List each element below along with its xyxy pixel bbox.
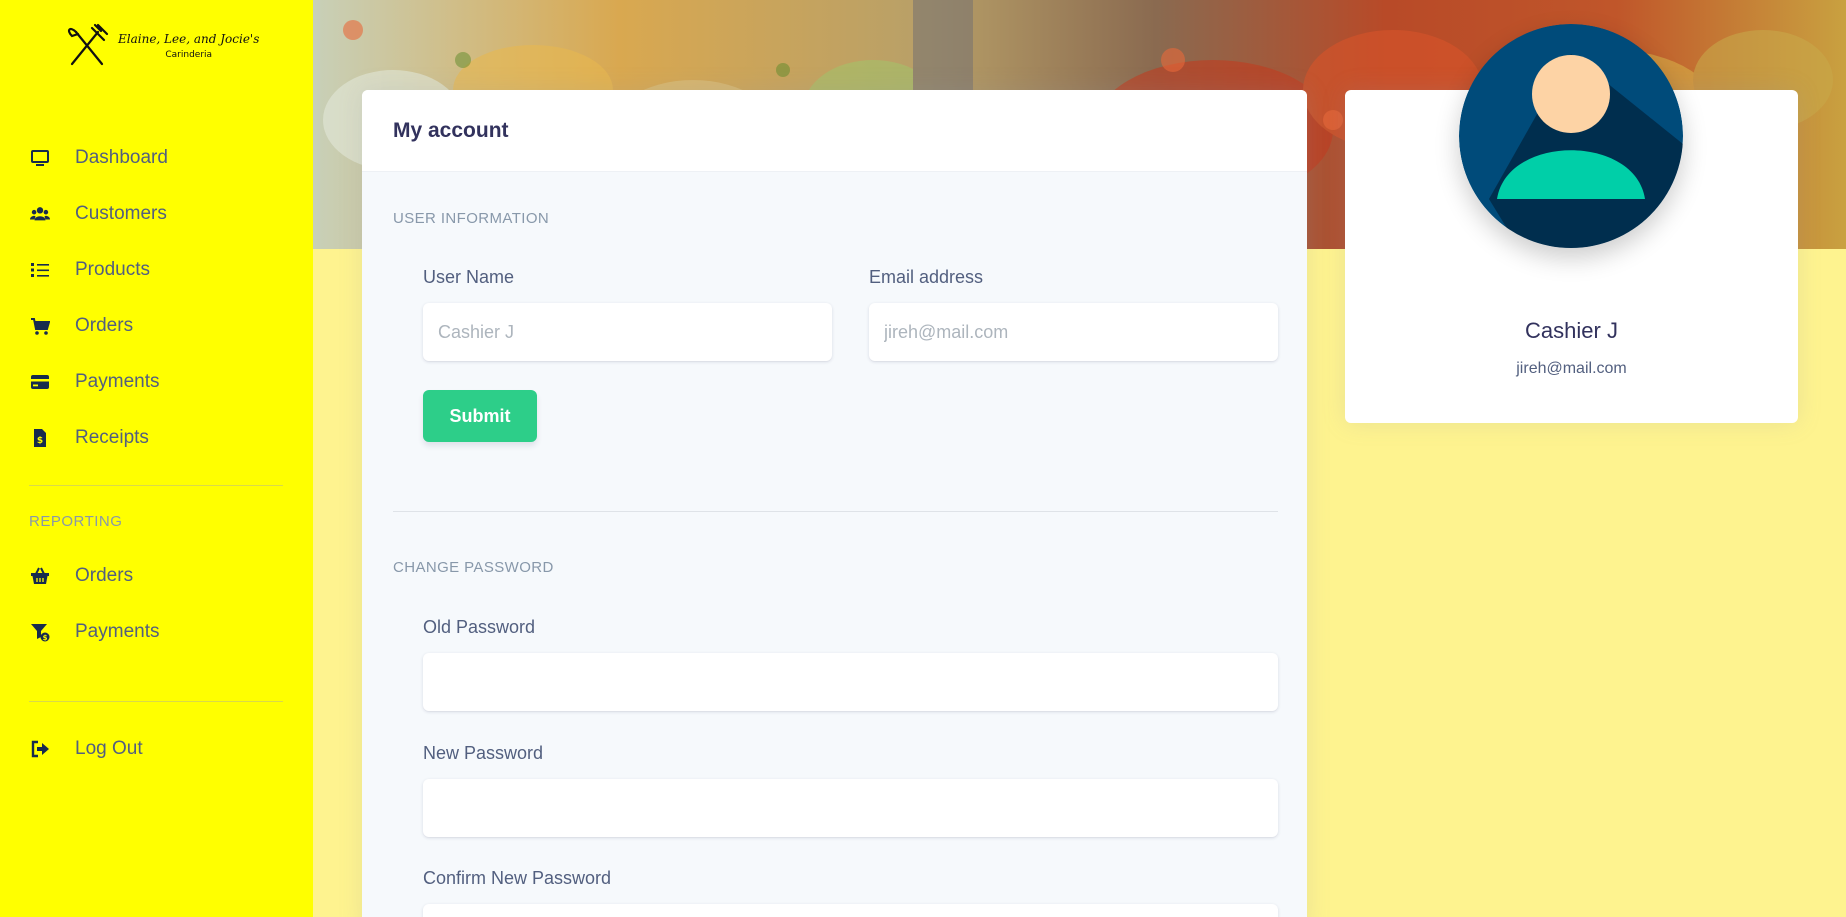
nav-item-products[interactable]: Products xyxy=(0,242,313,298)
sidebar-divider xyxy=(29,485,283,486)
user-info-heading: User information xyxy=(393,210,550,227)
svg-text:$: $ xyxy=(37,436,43,446)
submit-button[interactable]: Submit xyxy=(423,390,537,442)
confirm-password-label: Confirm New Password xyxy=(423,868,612,888)
brand-subtitle: Carinderia xyxy=(165,50,213,60)
nav-label-dashboard: Dashboard xyxy=(75,147,168,168)
new-password-label: New Password xyxy=(423,743,544,763)
fork-knife-icon xyxy=(67,23,109,66)
nav-label-products: Products xyxy=(75,259,150,280)
brand-logo[interactable]: Elaine, Lee, and Jocie's Carinderia xyxy=(62,22,262,70)
brand-text: Elaine, Lee, and Jocie's Carinderia xyxy=(118,32,259,60)
nav-label-report-payments: Payments xyxy=(75,621,160,642)
reporting-heading: Reporting xyxy=(29,513,123,530)
sidebar: Elaine, Lee, and Jocie's Carinderia Dash… xyxy=(0,0,313,917)
old-password-input[interactable] xyxy=(423,653,1278,711)
user-avatar-icon xyxy=(1459,24,1683,248)
brand-name: Elaine, Lee, and Jocie's xyxy=(118,32,260,46)
list-icon xyxy=(29,260,51,280)
main-nav: Dashboard Customers Products Orders Paym… xyxy=(0,130,313,466)
sign-out-icon xyxy=(29,739,51,759)
nav-label-receipts: Receipts xyxy=(75,427,149,448)
change-password-heading: Change Password xyxy=(393,559,554,576)
profile-email: jireh@mail.com xyxy=(1516,360,1627,377)
nav-item-orders[interactable]: Orders xyxy=(0,298,313,354)
basket-icon xyxy=(29,566,51,586)
my-account-card: My account User information User Name Em… xyxy=(362,90,1307,917)
nav-label-payments: Payments xyxy=(75,371,160,392)
sidebar-divider xyxy=(29,701,283,702)
username-label: User Name xyxy=(423,267,515,287)
monitor-icon xyxy=(29,148,51,168)
logout-nav: Log Out xyxy=(0,721,313,777)
receipt-icon: $ xyxy=(29,428,51,448)
avatar[interactable] xyxy=(1459,24,1683,248)
nav-label-orders: Orders xyxy=(75,315,134,336)
svg-text:$: $ xyxy=(43,634,48,642)
nav-label-customers: Customers xyxy=(75,203,167,224)
nav-item-report-orders[interactable]: Orders xyxy=(0,548,313,604)
nav-item-logout[interactable]: Log Out xyxy=(0,721,313,777)
funnel-dollar-icon: $ xyxy=(29,622,51,642)
credit-card-icon xyxy=(29,372,51,392)
nav-item-customers[interactable]: Customers xyxy=(0,186,313,242)
nav-item-report-payments[interactable]: $ Payments xyxy=(0,604,313,660)
reporting-nav: Orders $ Payments xyxy=(0,548,313,660)
nav-item-dashboard[interactable]: Dashboard xyxy=(0,130,313,186)
profile-name: Cashier J xyxy=(1525,318,1618,343)
profile-card: Cashier J jireh@mail.com xyxy=(1345,24,1798,423)
nav-label-logout: Log Out xyxy=(75,738,143,759)
confirm-password-input[interactable] xyxy=(423,904,1278,917)
new-password-input[interactable] xyxy=(423,779,1278,837)
nav-item-payments[interactable]: Payments xyxy=(0,354,313,410)
users-icon xyxy=(29,204,51,224)
account-card-header: My account xyxy=(362,90,1307,172)
nav-label-report-orders: Orders xyxy=(75,565,134,586)
account-title: My account xyxy=(393,118,509,142)
section-divider xyxy=(393,511,1278,512)
nav-item-receipts[interactable]: $ Receipts xyxy=(0,410,313,466)
username-input[interactable] xyxy=(423,303,832,361)
email-label: Email address xyxy=(869,267,984,287)
old-password-label: Old Password xyxy=(423,617,536,637)
cart-icon xyxy=(29,316,51,336)
email-input[interactable] xyxy=(869,303,1278,361)
